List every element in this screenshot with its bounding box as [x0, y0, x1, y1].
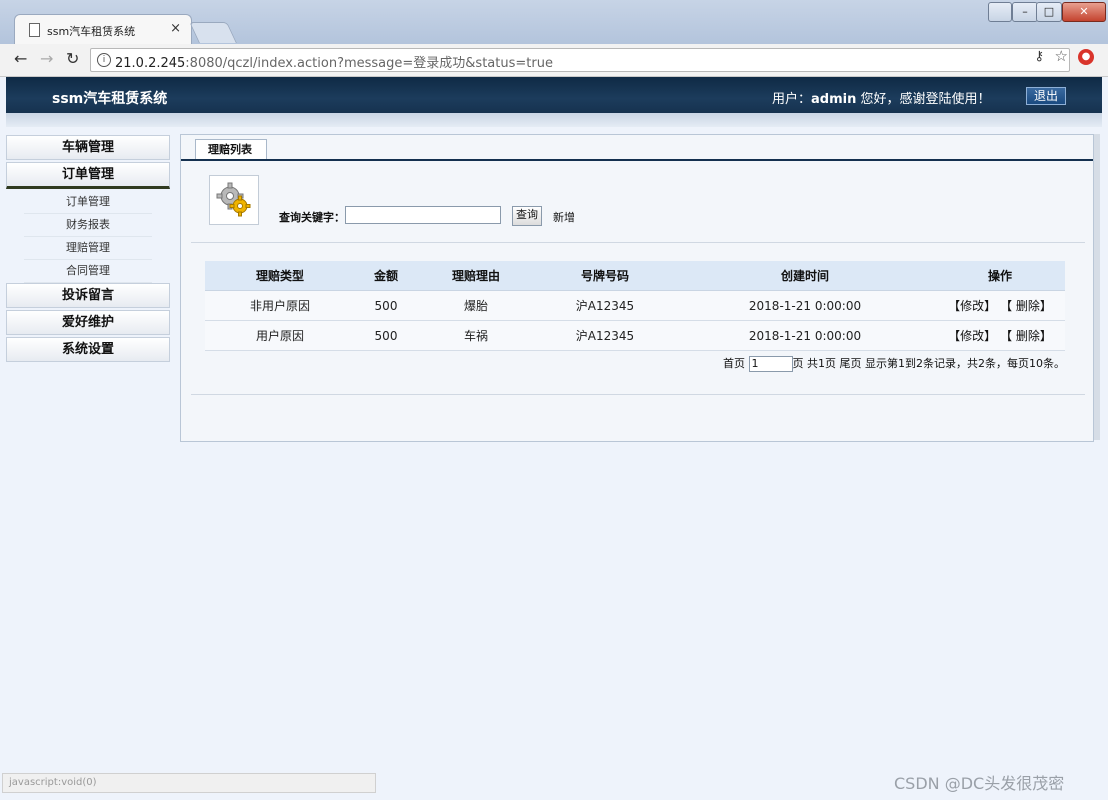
table-row: 用户原因 500 车祸 沪A12345 2018-1-21 0:00:00 【修… [205, 320, 1065, 351]
close-icon: ✕ [1079, 5, 1089, 18]
cell-amount: 500 [355, 320, 417, 351]
tab-title: ssm汽车租赁系统 [47, 25, 136, 38]
forward-arrow-icon[interactable]: → [40, 49, 53, 68]
claims-table: 理赔类型 金额 理赔理由 号牌号码 创建时间 操作 非用户原因 500 爆胎 沪… [205, 261, 1065, 351]
browser-titlebar: ssm汽车租赁系统 × – □ ✕ [0, 0, 1108, 45]
extension-icon[interactable]: ● [1078, 49, 1094, 65]
sidebar: 车辆管理 订单管理 订单管理 财务报表 理赔管理 合同管理 投诉留言 爱好维护 … [6, 135, 170, 364]
tab-claims-list[interactable]: 理赔列表 [195, 139, 267, 159]
pagination: 首页 1页 共1页 尾页 显示第1到2条记录，共2条，每页10条。 [723, 355, 1065, 372]
orders-submenu: 订单管理 财务报表 理赔管理 合同管理 [6, 191, 170, 283]
maximize-icon: □ [1043, 5, 1055, 18]
table-header-row: 理赔类型 金额 理赔理由 号牌号码 创建时间 操作 [205, 261, 1065, 291]
cell-claim-type: 非用户原因 [205, 290, 355, 321]
key-icon[interactable]: ⚷ [1034, 49, 1044, 64]
address-bar[interactable]: i 21.0.2.245:8080/qczl/index.action?mess… [90, 48, 1070, 72]
cell-plate: 沪A12345 [535, 320, 675, 351]
add-new-link[interactable]: 新增 [553, 209, 575, 225]
delete-link[interactable]: 【 删除】 [1006, 299, 1052, 313]
cell-actions: 【修改】【 删除】 [935, 320, 1065, 351]
cell-plate: 沪A12345 [535, 290, 675, 321]
sidebar-item-financial-report[interactable]: 财务报表 [24, 214, 152, 237]
first-page-link[interactable]: 首页 [723, 357, 745, 370]
cell-claim-type: 用户原因 [205, 320, 355, 351]
cell-amount: 500 [355, 290, 417, 321]
sidebar-menu-orders[interactable]: 订单管理 [6, 162, 170, 189]
column-header-reason: 理赔理由 [417, 261, 535, 291]
last-page-link[interactable]: 尾页 [840, 357, 862, 370]
user-greeting: 用户：admin 您好，感谢登陆使用！ [772, 88, 991, 107]
new-tab-button[interactable] [189, 22, 237, 43]
settings-gear-icon [209, 175, 259, 225]
cell-actions: 【修改】【 删除】 [935, 290, 1065, 321]
sidebar-item-claims-management[interactable]: 理赔管理 [24, 237, 152, 260]
scrollbar[interactable] [1094, 134, 1100, 440]
url-text: 21.0.2.245:8080/qczl/index.action?messag… [115, 52, 553, 71]
browser-toolbar: ← → ↻ i 21.0.2.245:8080/qczl/index.actio… [0, 44, 1108, 77]
info-icon[interactable]: i [97, 53, 111, 67]
back-arrow-icon[interactable]: ← [14, 49, 27, 68]
sidebar-item-order-management[interactable]: 订单管理 [24, 191, 152, 214]
user-profile-button[interactable] [988, 2, 1012, 22]
bookmark-star-icon[interactable]: ☆ [1055, 47, 1068, 65]
search-label: 查询关键字： [279, 211, 345, 224]
tab-close-icon[interactable]: × [170, 21, 181, 36]
total-pages: 共1页 [807, 357, 836, 370]
sidebar-menu-complaints[interactable]: 投诉留言 [6, 283, 170, 308]
minimize-button[interactable]: – [1012, 2, 1038, 22]
sidebar-menu-hobbies[interactable]: 爱好维护 [6, 310, 170, 335]
logout-button[interactable]: 退出 [1026, 87, 1066, 105]
column-header-claim-type: 理赔类型 [205, 261, 355, 291]
search-button[interactable]: 查询 [512, 206, 542, 226]
minimize-icon: – [1022, 5, 1028, 18]
cell-reason: 爆胎 [417, 290, 535, 321]
page-suffix: 页 [792, 357, 804, 370]
app-title: ssm汽车租赁系统 [52, 91, 168, 107]
divider [191, 394, 1085, 395]
page-icon [29, 23, 40, 37]
search-input[interactable] [345, 206, 501, 224]
column-header-actions: 操作 [935, 261, 1065, 291]
table-row: 非用户原因 500 爆胎 沪A12345 2018-1-21 0:00:00 【… [205, 290, 1065, 321]
sidebar-item-contract-management[interactable]: 合同管理 [24, 260, 152, 283]
greeting-prefix: 用户： [772, 92, 812, 107]
app-header: ssm汽车租赁系统 用户：admin 您好，感谢登陆使用！ 退出 [6, 77, 1102, 113]
cell-reason: 车祸 [417, 320, 535, 351]
delete-link[interactable]: 【 删除】 [1006, 329, 1052, 343]
cell-created: 2018-1-21 0:00:00 [675, 320, 935, 351]
column-header-created: 创建时间 [675, 261, 935, 291]
watermark: CSDN @DC头发很茂密 [894, 774, 1065, 793]
username: admin [811, 92, 857, 107]
close-window-button[interactable]: ✕ [1062, 2, 1106, 22]
header-divider [6, 113, 1102, 127]
divider [191, 242, 1085, 243]
records-summary: 显示第1到2条记录，共2条，每页10条。 [865, 357, 1065, 370]
column-header-amount: 金额 [355, 261, 417, 291]
status-bar: javascript:void(0) [2, 773, 376, 793]
maximize-button[interactable]: □ [1036, 2, 1062, 22]
sidebar-menu-vehicles[interactable]: 车辆管理 [6, 135, 170, 160]
url-host: 21.0.2.245 [115, 56, 186, 71]
url-path: :8080/qczl/index.action?message=登录成功&sta… [185, 56, 553, 71]
sidebar-menu-settings[interactable]: 系统设置 [6, 337, 170, 362]
main-panel: 理赔列表 查询关键字： 查询 新增 理赔类型 金额 理赔理由 号牌号码 创建时间… [180, 134, 1094, 442]
page-number-input[interactable]: 1 [748, 356, 793, 372]
panel-tabbar: 理赔列表 [181, 135, 1093, 161]
greeting-suffix: 您好，感谢登陆使用！ [856, 92, 991, 107]
edit-link[interactable]: 【修改】 [948, 329, 996, 343]
reload-icon[interactable]: ↻ [66, 49, 79, 68]
column-header-plate: 号牌号码 [535, 261, 675, 291]
edit-link[interactable]: 【修改】 [948, 299, 996, 313]
browser-tab[interactable]: ssm汽车租赁系统 × [14, 14, 192, 45]
cell-created: 2018-1-21 0:00:00 [675, 290, 935, 321]
